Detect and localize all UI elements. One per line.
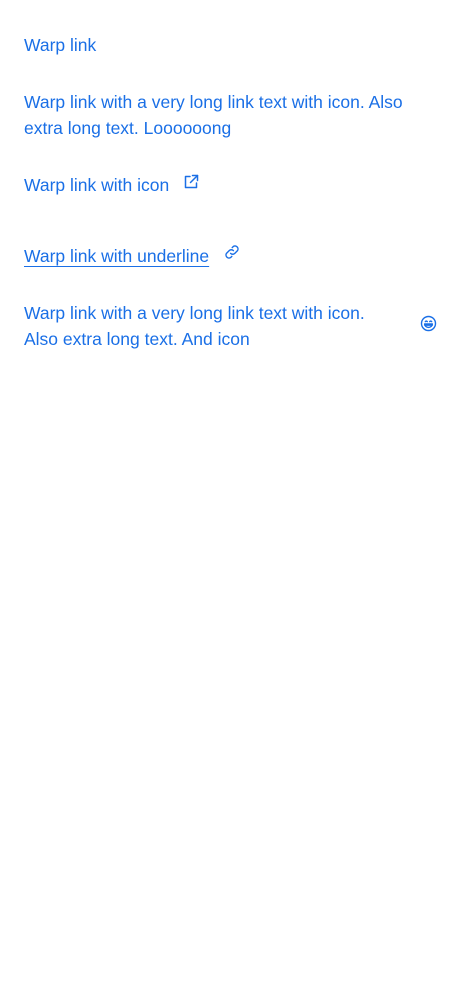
warp-link-long-end-icon[interactable]: Warp link with a very long link text wit…: [24, 300, 437, 352]
link-label: Warp link with a very long link text wit…: [24, 92, 403, 138]
warp-link-with-icon[interactable]: Warp link with icon: [24, 172, 199, 199]
warp-link-plain[interactable]: Warp link: [24, 32, 96, 58]
warp-link-underline[interactable]: Warp link with underline: [24, 243, 241, 270]
external-link-icon: [183, 171, 199, 197]
link-label: Warp link with a very long link text wit…: [24, 303, 365, 349]
chain-link-icon: [223, 242, 241, 268]
link-label: Warp link with underline: [24, 246, 210, 266]
warp-link-long[interactable]: Warp link with a very long link text wit…: [24, 89, 424, 141]
smiley-icon: [420, 313, 437, 339]
link-label: Warp link: [24, 35, 97, 55]
link-label: Warp link with icon: [24, 175, 170, 195]
